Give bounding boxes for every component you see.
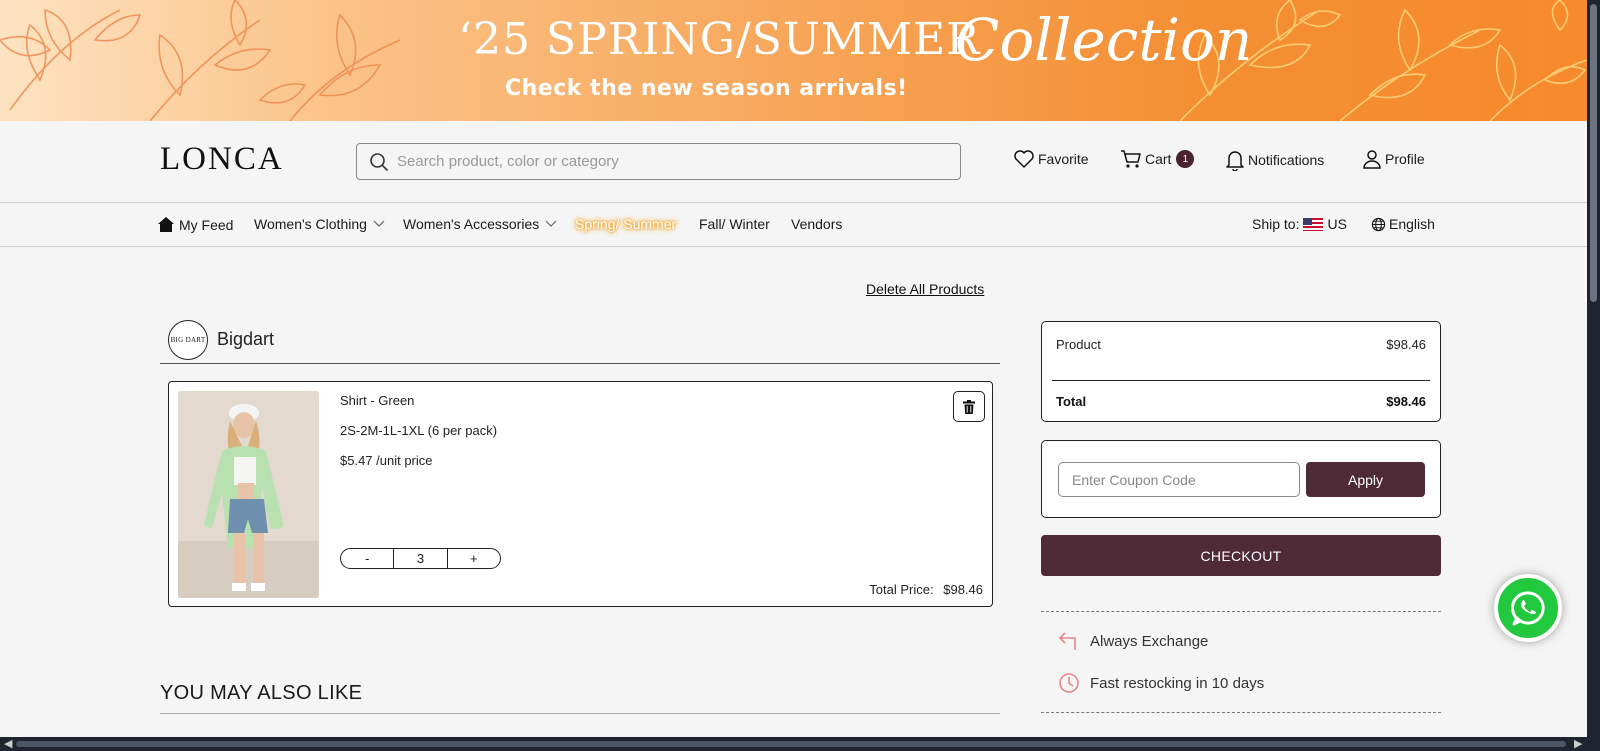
notifications-label: Notifications (1248, 152, 1325, 168)
perk-restock-label: Fast restocking in 10 days (1090, 674, 1265, 692)
vertical-scrollbar-thumb[interactable] (1590, 4, 1597, 302)
decrease-quantity-button[interactable]: - (341, 549, 393, 568)
nav-vendors[interactable]: Vendors (791, 216, 842, 232)
nav-womens-clothing-label: Women's Clothing (254, 216, 367, 232)
clock-icon (1059, 673, 1079, 693)
category-nav: My Feed Women's Clothing Women's Accesso… (0, 203, 1587, 247)
vendor-divider (160, 363, 1000, 364)
vendor-logo[interactable]: BIG DART (168, 320, 208, 360)
perk-always-exchange: Always Exchange (1058, 630, 1208, 652)
chevron-down-icon (545, 220, 557, 227)
summary-product-value: $98.46 (1386, 337, 1426, 352)
bell-icon (1226, 151, 1244, 171)
vertical-scrollbar[interactable] (1587, 0, 1600, 737)
you-may-also-like-heading: YOU MAY ALSO LIKE (160, 682, 363, 704)
ship-to-selector[interactable]: Ship to: US (1252, 216, 1347, 232)
profile-link[interactable]: Profile (1362, 149, 1425, 169)
vendor-name[interactable]: Bigdart (217, 329, 274, 350)
nav-spring-summer[interactable]: Spring/ Summer (575, 216, 676, 232)
summary-divider (1052, 380, 1430, 381)
apply-coupon-button[interactable]: Apply (1306, 462, 1425, 497)
horizontal-scrollbar-thumb[interactable] (16, 741, 1566, 747)
cart-link[interactable]: Cart 1 (1120, 149, 1195, 169)
nav-womens-clothing[interactable]: Women's Clothing (254, 216, 385, 232)
item-total-label: Total Price: (869, 582, 934, 597)
whatsapp-chat-button[interactable] (1494, 574, 1562, 642)
language-label: English (1389, 216, 1435, 232)
delete-all-products-link[interactable]: Delete All Products (866, 281, 984, 297)
trash-icon (963, 399, 975, 414)
item-total-value: $98.46 (943, 582, 983, 597)
ship-to-country: US (1327, 216, 1347, 232)
order-summary: Product $98.46 Total $98.46 (1041, 321, 1441, 422)
perks-divider-top (1041, 611, 1441, 612)
quantity-value[interactable]: 3 (393, 549, 448, 568)
cart-item-card: Shirt - Green 2S-2M-1L-1XL (6 per pack) … (168, 381, 993, 607)
promo-banner[interactable]: ‘25 SPRING/SUMMER Collection Check the n… (0, 0, 1587, 121)
item-total-price: Total Price: $98.46 (869, 582, 983, 597)
return-arrow-icon (1059, 632, 1076, 650)
nav-womens-accessories-label: Women's Accessories (403, 216, 540, 232)
checkout-button[interactable]: CHECKOUT (1041, 535, 1441, 576)
nav-fall-winter[interactable]: Fall/ Winter (699, 216, 770, 232)
user-icon (1363, 150, 1381, 169)
summary-total-label: Total (1056, 394, 1087, 409)
product-image[interactable] (178, 391, 319, 598)
nav-my-feed-label: My Feed (179, 216, 234, 233)
also-like-divider (160, 713, 1000, 714)
quantity-stepper: - 3 + (340, 548, 501, 569)
horizontal-scrollbar[interactable]: ◀ ▶ (0, 737, 1600, 751)
cart-icon (1121, 150, 1141, 168)
us-flag-icon (1303, 217, 1324, 231)
notifications-link[interactable]: Notifications (1225, 149, 1324, 171)
whatsapp-icon (1510, 591, 1545, 626)
search-input[interactable] (397, 153, 937, 170)
site-logo[interactable]: LONCA (160, 141, 284, 178)
cart-label: Cart (1145, 151, 1172, 167)
banner-script-title: Collection (955, 6, 1253, 74)
favorite-link[interactable]: Favorite (1013, 149, 1089, 169)
increase-quantity-button[interactable]: + (448, 549, 500, 568)
ship-to-label: Ship to: (1252, 216, 1300, 232)
perk-fast-restocking: Fast restocking in 10 days (1058, 672, 1264, 694)
perk-exchange-label: Always Exchange (1090, 632, 1209, 650)
banner-title: ‘25 SPRING/SUMMER (458, 14, 981, 65)
favorite-label: Favorite (1038, 151, 1089, 167)
product-name[interactable]: Shirt - Green (340, 393, 414, 408)
home-icon (158, 217, 174, 232)
coupon-code-input[interactable] (1058, 462, 1300, 497)
cart-count-badge: 1 (1176, 150, 1195, 168)
search-bar[interactable] (356, 143, 961, 180)
summary-total-value: $98.46 (1386, 394, 1426, 409)
nav-my-feed[interactable]: My Feed (157, 216, 233, 233)
product-unit-price: $5.47 /unit price (340, 453, 433, 468)
nav-womens-accessories[interactable]: Women's Accessories (403, 216, 557, 232)
search-icon (370, 152, 389, 171)
scroll-left-arrow-icon[interactable]: ◀ (4, 737, 12, 751)
summary-product-label: Product (1056, 337, 1101, 352)
site-header: LONCA Favorite Cart 1 Notifications Prof… (0, 121, 1587, 203)
scroll-right-arrow-icon[interactable]: ▶ (1574, 737, 1582, 751)
product-sizes: 2S-2M-1L-1XL (6 per pack) (340, 423, 498, 438)
heart-icon (1014, 150, 1034, 168)
perks-divider-bottom (1041, 712, 1441, 713)
profile-label: Profile (1385, 151, 1425, 167)
chevron-down-icon (373, 220, 385, 227)
banner-subtitle: Check the new season arrivals! (505, 76, 908, 101)
model-photo-placeholder (178, 391, 319, 598)
language-selector[interactable]: English (1371, 216, 1435, 232)
coupon-section: Apply (1041, 440, 1441, 518)
globe-icon (1371, 217, 1386, 231)
delete-item-button[interactable] (953, 391, 985, 422)
